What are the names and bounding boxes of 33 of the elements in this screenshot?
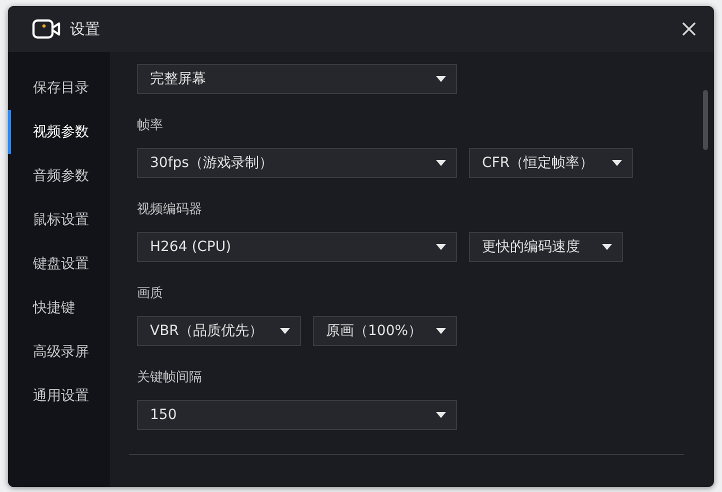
sidebar-item[interactable]: 键盘设置 xyxy=(8,242,110,286)
field-label: 帧率 xyxy=(137,117,164,135)
window-title: 设置 xyxy=(70,20,101,38)
dropdown[interactable]: 原画（100%） xyxy=(313,316,457,346)
video-camera-icon xyxy=(32,19,62,39)
dropdown[interactable]: 150 xyxy=(137,400,457,430)
sidebar-item[interactable]: 视频参数 xyxy=(8,110,110,154)
field-label: 画质 xyxy=(137,285,164,303)
sidebar-item[interactable]: 保存目录 xyxy=(8,66,110,110)
caret-icon xyxy=(602,244,612,250)
close-icon xyxy=(682,22,696,36)
field-label: 关键帧间隔 xyxy=(137,369,203,387)
sidebar-item[interactable]: 通用设置 xyxy=(8,374,110,418)
sidebar-item[interactable]: 音频参数 xyxy=(8,154,110,198)
close-button[interactable] xyxy=(680,20,698,38)
dropdown[interactable]: 更快的编码速度 xyxy=(469,232,623,262)
caret-icon xyxy=(436,412,446,418)
sidebar-item[interactable]: 鼠标设置 xyxy=(8,198,110,242)
sidebar-item[interactable]: 高级录屏 xyxy=(8,330,110,374)
dropdown[interactable]: 完整屏幕 xyxy=(137,64,457,94)
caret-icon xyxy=(436,328,446,334)
sidebar-item[interactable]: 快捷键 xyxy=(8,286,110,330)
scrollbar-thumb[interactable] xyxy=(703,90,708,150)
dropdown[interactable]: CFR（恒定帧率） xyxy=(469,148,633,178)
dropdown[interactable]: 30fps（游戏录制） xyxy=(137,148,457,178)
caret-icon xyxy=(280,328,290,334)
caret-icon xyxy=(436,76,446,82)
dropdown[interactable]: H264 (CPU) xyxy=(137,232,457,262)
caret-icon xyxy=(436,160,446,166)
field-label: 视频编码器 xyxy=(137,201,203,219)
caret-icon xyxy=(612,160,622,166)
dropdown[interactable]: VBR（品质优先） xyxy=(137,316,301,346)
caret-icon xyxy=(436,244,446,250)
